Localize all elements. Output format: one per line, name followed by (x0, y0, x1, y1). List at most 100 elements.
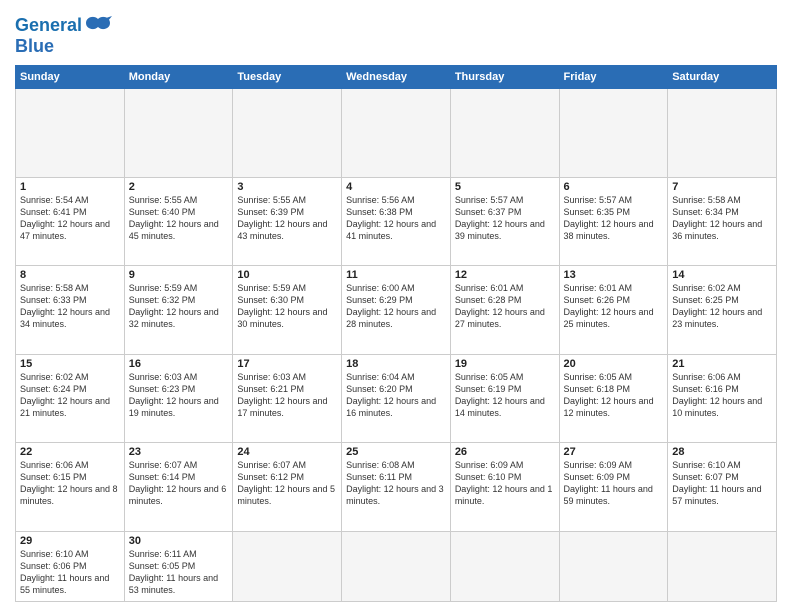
day-info: Sunrise: 6:01 AMSunset: 6:28 PMDaylight:… (455, 282, 555, 331)
day-number: 25 (346, 446, 446, 458)
day-info: Sunrise: 5:57 AMSunset: 6:35 PMDaylight:… (564, 194, 664, 243)
calendar-week-row: 1Sunrise: 5:54 AMSunset: 6:41 PMDaylight… (16, 177, 777, 266)
calendar-cell (233, 89, 342, 178)
calendar-cell: 23Sunrise: 6:07 AMSunset: 6:14 PMDayligh… (124, 443, 233, 532)
day-number: 20 (564, 358, 664, 370)
calendar-cell: 15Sunrise: 6:02 AMSunset: 6:24 PMDayligh… (16, 354, 125, 443)
calendar-cell (668, 89, 777, 178)
day-number: 14 (672, 269, 772, 281)
day-number: 27 (564, 446, 664, 458)
calendar-cell: 17Sunrise: 6:03 AMSunset: 6:21 PMDayligh… (233, 354, 342, 443)
calendar-cell: 9Sunrise: 5:59 AMSunset: 6:32 PMDaylight… (124, 266, 233, 355)
day-info: Sunrise: 6:10 AMSunset: 6:06 PMDaylight:… (20, 548, 120, 597)
calendar-table: Sunday Monday Tuesday Wednesday Thursday… (15, 65, 777, 602)
col-friday: Friday (559, 66, 668, 89)
day-number: 8 (20, 269, 120, 281)
day-number: 26 (455, 446, 555, 458)
calendar-header-row: Sunday Monday Tuesday Wednesday Thursday… (16, 66, 777, 89)
logo-text: General (15, 16, 82, 36)
calendar-cell (342, 531, 451, 601)
logo: General Blue (15, 15, 112, 57)
day-info: Sunrise: 5:57 AMSunset: 6:37 PMDaylight:… (455, 194, 555, 243)
calendar-week-row: 22Sunrise: 6:06 AMSunset: 6:15 PMDayligh… (16, 443, 777, 532)
header: General Blue (15, 15, 777, 57)
day-number: 10 (237, 269, 337, 281)
calendar-cell: 30Sunrise: 6:11 AMSunset: 6:05 PMDayligh… (124, 531, 233, 601)
calendar-cell: 25Sunrise: 6:08 AMSunset: 6:11 PMDayligh… (342, 443, 451, 532)
day-info: Sunrise: 6:05 AMSunset: 6:19 PMDaylight:… (455, 371, 555, 420)
calendar-cell: 1Sunrise: 5:54 AMSunset: 6:41 PMDaylight… (16, 177, 125, 266)
day-number: 9 (129, 269, 229, 281)
calendar-cell: 27Sunrise: 6:09 AMSunset: 6:09 PMDayligh… (559, 443, 668, 532)
col-tuesday: Tuesday (233, 66, 342, 89)
day-info: Sunrise: 5:58 AMSunset: 6:34 PMDaylight:… (672, 194, 772, 243)
day-info: Sunrise: 5:54 AMSunset: 6:41 PMDaylight:… (20, 194, 120, 243)
day-number: 30 (129, 535, 229, 547)
day-info: Sunrise: 5:55 AMSunset: 6:40 PMDaylight:… (129, 194, 229, 243)
day-info: Sunrise: 6:03 AMSunset: 6:21 PMDaylight:… (237, 371, 337, 420)
calendar-cell: 5Sunrise: 5:57 AMSunset: 6:37 PMDaylight… (450, 177, 559, 266)
calendar-cell (450, 531, 559, 601)
day-info: Sunrise: 6:01 AMSunset: 6:26 PMDaylight:… (564, 282, 664, 331)
day-number: 5 (455, 181, 555, 193)
day-number: 18 (346, 358, 446, 370)
day-info: Sunrise: 6:03 AMSunset: 6:23 PMDaylight:… (129, 371, 229, 420)
day-info: Sunrise: 6:06 AMSunset: 6:15 PMDaylight:… (20, 459, 120, 508)
calendar-cell (124, 89, 233, 178)
day-number: 6 (564, 181, 664, 193)
calendar-cell (450, 89, 559, 178)
day-number: 29 (20, 535, 120, 547)
logo-text2: Blue (15, 36, 54, 56)
calendar-cell: 19Sunrise: 6:05 AMSunset: 6:19 PMDayligh… (450, 354, 559, 443)
calendar-cell: 2Sunrise: 5:55 AMSunset: 6:40 PMDaylight… (124, 177, 233, 266)
day-number: 7 (672, 181, 772, 193)
day-info: Sunrise: 5:59 AMSunset: 6:32 PMDaylight:… (129, 282, 229, 331)
day-number: 19 (455, 358, 555, 370)
day-number: 4 (346, 181, 446, 193)
day-info: Sunrise: 6:05 AMSunset: 6:18 PMDaylight:… (564, 371, 664, 420)
day-info: Sunrise: 5:55 AMSunset: 6:39 PMDaylight:… (237, 194, 337, 243)
day-info: Sunrise: 6:06 AMSunset: 6:16 PMDaylight:… (672, 371, 772, 420)
calendar-cell: 21Sunrise: 6:06 AMSunset: 6:16 PMDayligh… (668, 354, 777, 443)
calendar-cell: 8Sunrise: 5:58 AMSunset: 6:33 PMDaylight… (16, 266, 125, 355)
calendar-cell (559, 89, 668, 178)
calendar-week-row: 29Sunrise: 6:10 AMSunset: 6:06 PMDayligh… (16, 531, 777, 601)
calendar-cell: 22Sunrise: 6:06 AMSunset: 6:15 PMDayligh… (16, 443, 125, 532)
calendar-cell: 10Sunrise: 5:59 AMSunset: 6:30 PMDayligh… (233, 266, 342, 355)
calendar-week-row: 8Sunrise: 5:58 AMSunset: 6:33 PMDaylight… (16, 266, 777, 355)
day-number: 22 (20, 446, 120, 458)
calendar-cell: 7Sunrise: 5:58 AMSunset: 6:34 PMDaylight… (668, 177, 777, 266)
col-thursday: Thursday (450, 66, 559, 89)
day-number: 23 (129, 446, 229, 458)
day-info: Sunrise: 6:07 AMSunset: 6:14 PMDaylight:… (129, 459, 229, 508)
day-number: 17 (237, 358, 337, 370)
day-info: Sunrise: 6:08 AMSunset: 6:11 PMDaylight:… (346, 459, 446, 508)
day-number: 21 (672, 358, 772, 370)
calendar-cell: 16Sunrise: 6:03 AMSunset: 6:23 PMDayligh… (124, 354, 233, 443)
calendar-cell (668, 531, 777, 601)
day-number: 3 (237, 181, 337, 193)
day-info: Sunrise: 5:59 AMSunset: 6:30 PMDaylight:… (237, 282, 337, 331)
calendar-cell (342, 89, 451, 178)
calendar-week-row (16, 89, 777, 178)
day-info: Sunrise: 6:09 AMSunset: 6:09 PMDaylight:… (564, 459, 664, 508)
day-info: Sunrise: 6:09 AMSunset: 6:10 PMDaylight:… (455, 459, 555, 508)
day-info: Sunrise: 6:07 AMSunset: 6:12 PMDaylight:… (237, 459, 337, 508)
day-info: Sunrise: 6:11 AMSunset: 6:05 PMDaylight:… (129, 548, 229, 597)
calendar-week-row: 15Sunrise: 6:02 AMSunset: 6:24 PMDayligh… (16, 354, 777, 443)
page: General Blue Sunday Monday Tuesday We (0, 0, 792, 612)
calendar-cell (233, 531, 342, 601)
day-info: Sunrise: 6:02 AMSunset: 6:25 PMDaylight:… (672, 282, 772, 331)
day-info: Sunrise: 6:00 AMSunset: 6:29 PMDaylight:… (346, 282, 446, 331)
calendar-cell: 24Sunrise: 6:07 AMSunset: 6:12 PMDayligh… (233, 443, 342, 532)
calendar-cell: 4Sunrise: 5:56 AMSunset: 6:38 PMDaylight… (342, 177, 451, 266)
calendar-cell: 3Sunrise: 5:55 AMSunset: 6:39 PMDaylight… (233, 177, 342, 266)
col-monday: Monday (124, 66, 233, 89)
day-info: Sunrise: 5:56 AMSunset: 6:38 PMDaylight:… (346, 194, 446, 243)
day-info: Sunrise: 6:02 AMSunset: 6:24 PMDaylight:… (20, 371, 120, 420)
day-number: 2 (129, 181, 229, 193)
col-wednesday: Wednesday (342, 66, 451, 89)
calendar-cell: 11Sunrise: 6:00 AMSunset: 6:29 PMDayligh… (342, 266, 451, 355)
day-info: Sunrise: 6:04 AMSunset: 6:20 PMDaylight:… (346, 371, 446, 420)
calendar-cell (559, 531, 668, 601)
